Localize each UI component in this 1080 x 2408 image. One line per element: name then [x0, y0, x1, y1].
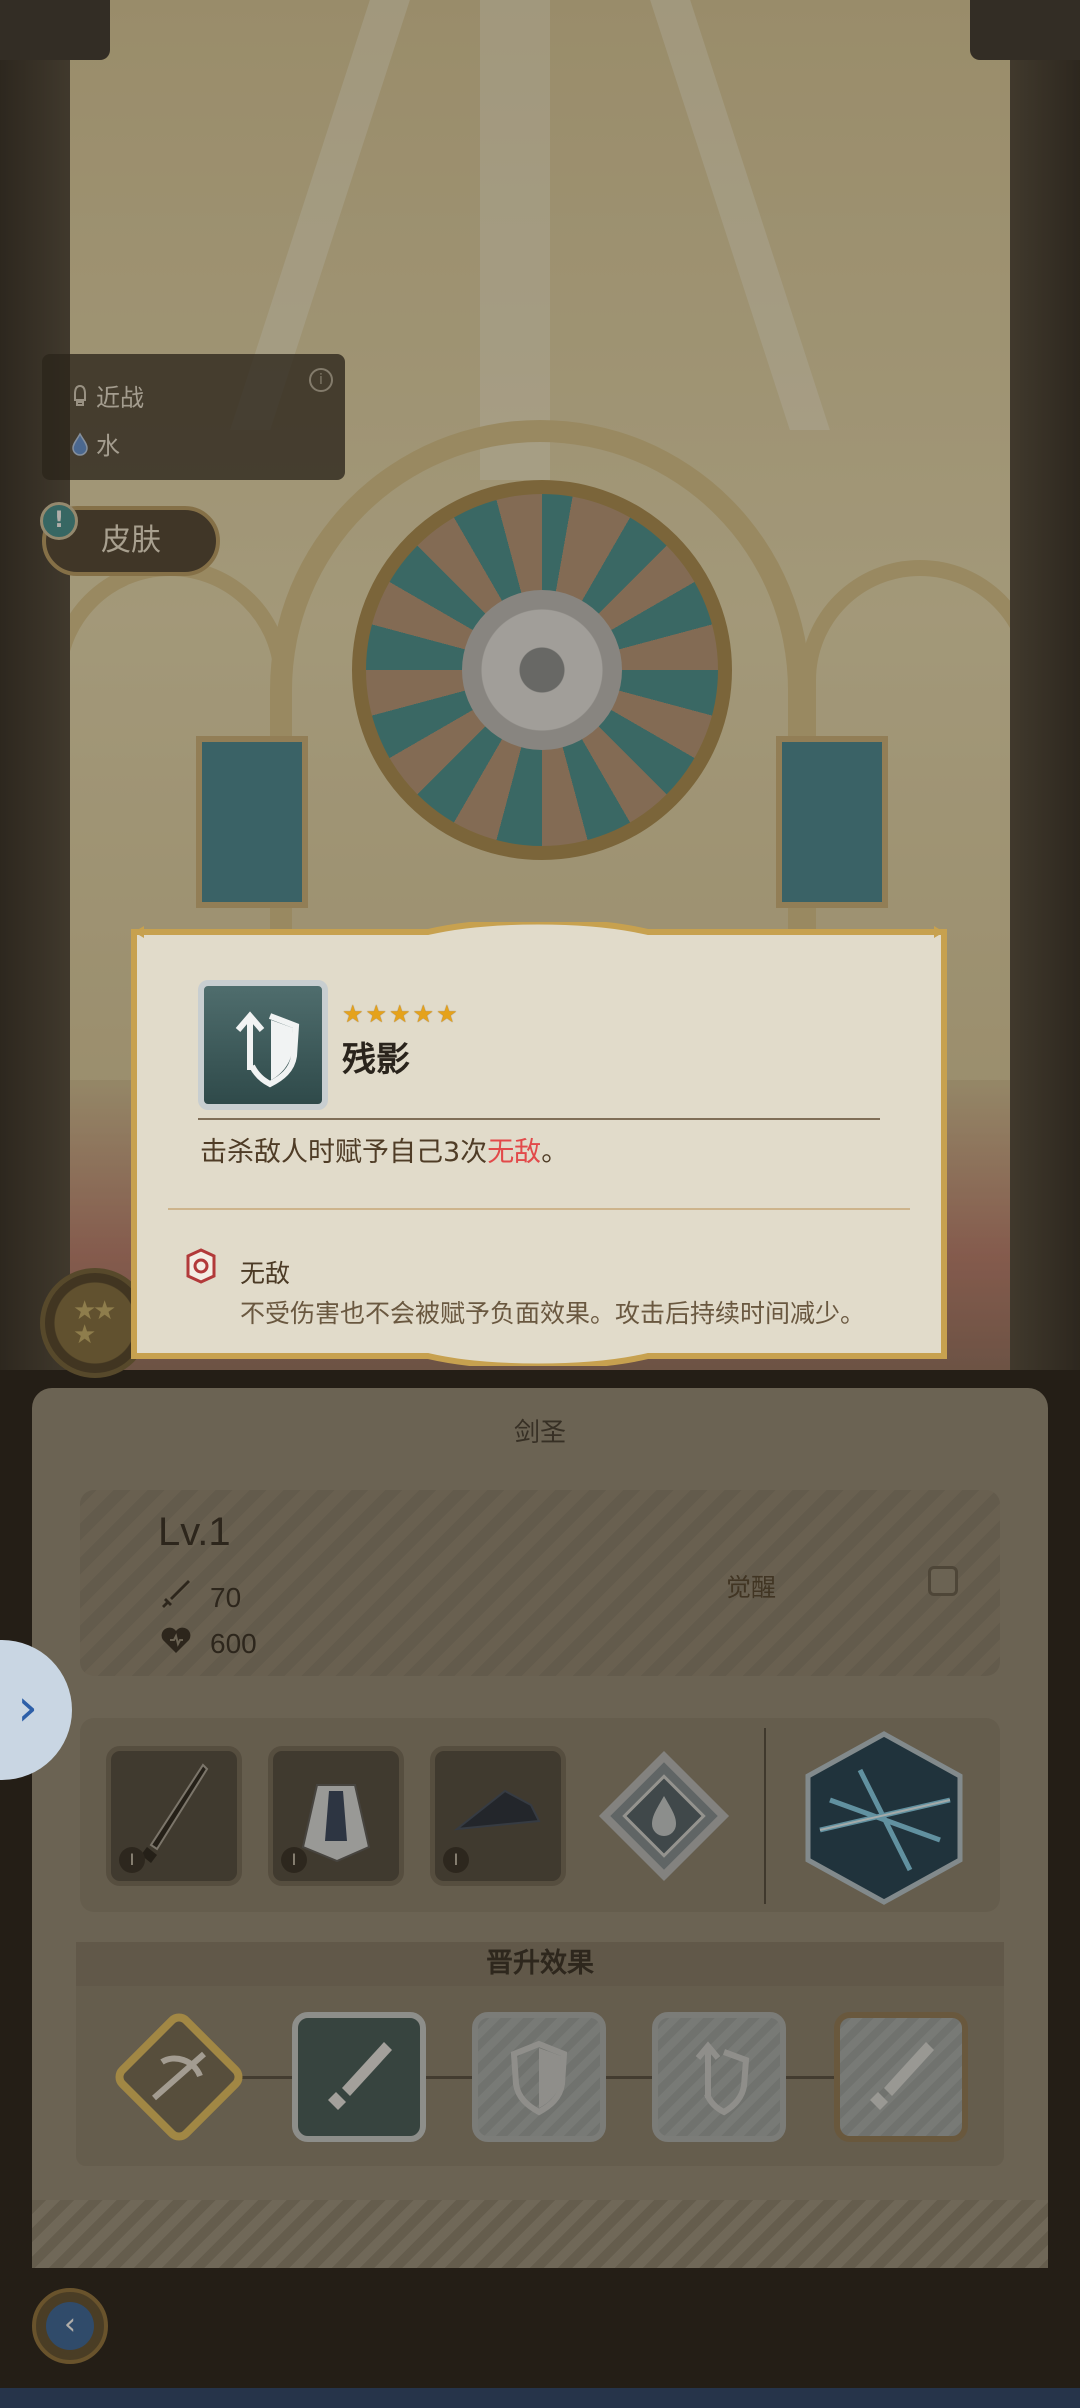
shield-arrow-icon — [235, 1011, 300, 1088]
highlight-keyword: 无敌 — [487, 1137, 542, 1168]
star-icon: ★ — [389, 1000, 411, 1028]
star-icon: ★ — [436, 1000, 458, 1028]
skill-icon — [198, 980, 328, 1110]
star-icon: ★ — [342, 1000, 364, 1028]
chevron-right-icon: › — [17, 1678, 38, 1738]
skill-description: 击杀敌人时赋予自己3次无敌。 — [200, 1137, 569, 1168]
skill-tooltip-popup[interactable]: ★ ★ ★ ★ ★ 残影 击杀敌人时赋予自己3次无敌。 无敌 不受伤害也不会被赋予负面效… — [128, 922, 950, 1366]
skill-star-rating: ★ ★ ★ ★ ★ — [342, 1002, 458, 1026]
star-icon: ★ — [365, 1000, 388, 1028]
status-effect-name: 无敌 — [240, 1259, 291, 1288]
status-effect-description: 不受伤害也不会被赋予负面效果。攻击后持续时间减少。 — [240, 1299, 866, 1328]
invincible-status-icon — [186, 1248, 216, 1284]
star-icon: ★ — [412, 1000, 435, 1028]
skill-name: 残影 — [342, 1040, 410, 1080]
